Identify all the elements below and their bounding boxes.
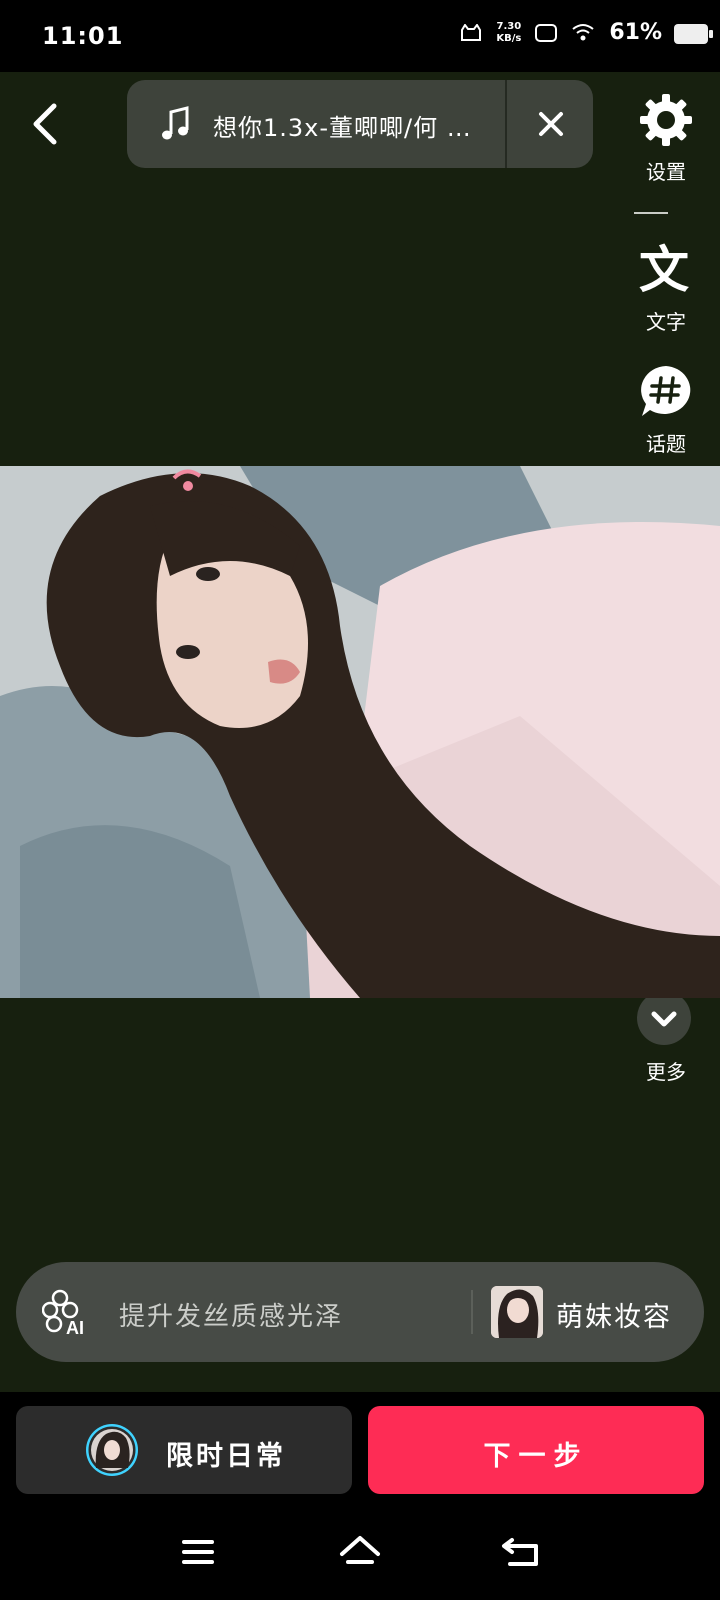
suggestion-divider xyxy=(471,1290,473,1334)
music-title: 想你1.3x-董唧唧/何 … xyxy=(213,114,472,142)
chevron-down-icon xyxy=(637,991,691,1045)
sim-icon xyxy=(535,23,558,42)
wifi-icon xyxy=(572,23,594,40)
text-icon: 文 xyxy=(639,241,689,299)
gear-icon xyxy=(640,94,692,146)
avatar xyxy=(86,1424,138,1476)
next-step-label: 下一步 xyxy=(483,1441,589,1472)
music-divider xyxy=(505,80,507,168)
tool-more[interactable]: 更多 xyxy=(626,990,706,1090)
tool-label-text: 文字 xyxy=(646,310,686,334)
status-bar: 11:01 7.30 KB/s 61% xyxy=(0,0,720,72)
back-nav-icon[interactable] xyxy=(500,1532,544,1572)
tool-label-more: 更多 xyxy=(646,1060,686,1084)
tool-label-topic: 话题 xyxy=(646,432,686,456)
photo-image xyxy=(0,466,720,998)
daily-button[interactable]: 限时日常 xyxy=(16,1406,352,1494)
music-selector[interactable]: 想你1.3x-董唧唧/何 … xyxy=(127,80,593,168)
daily-label: 限时日常 xyxy=(166,1441,286,1472)
makeup-thumbnail[interactable] xyxy=(491,1286,543,1338)
ai-beauty-icon: AI xyxy=(42,1289,84,1336)
back-button[interactable] xyxy=(26,100,66,148)
photo-preview[interactable] xyxy=(0,466,720,998)
menu-icon[interactable] xyxy=(176,1532,220,1572)
close-icon[interactable] xyxy=(531,104,571,144)
home-icon[interactable] xyxy=(338,1532,382,1572)
tool-label-settings: 设置 xyxy=(646,160,686,184)
status-icons: 7.30 KB/s 61% xyxy=(460,20,662,45)
tool-topic[interactable]: 话题 xyxy=(626,364,706,464)
tool-divider xyxy=(634,212,668,214)
music-note-icon xyxy=(162,106,189,140)
suggestion-text[interactable]: 提升发丝质感光泽 xyxy=(119,1296,343,1333)
tool-text[interactable]: 文 文字 xyxy=(626,242,706,342)
suggestion-bar[interactable]: AI 提升发丝质感光泽 萌妹妆容 xyxy=(16,1262,704,1362)
hashtag-icon xyxy=(641,366,691,416)
next-step-button[interactable]: 下一步 xyxy=(368,1406,704,1494)
net-speed: 7.30 KB/s xyxy=(496,21,521,45)
makeup-thumbnail-image xyxy=(491,1286,543,1338)
net-speed-unit: KB/s xyxy=(496,32,522,44)
makeup-label[interactable]: 萌妹妆容 xyxy=(556,1295,672,1334)
bottom-panel: 限时日常 下一步 xyxy=(0,1392,720,1600)
net-speed-value: 7.30 xyxy=(496,20,522,32)
ai-badge: AI xyxy=(66,1318,84,1336)
battery-icon xyxy=(674,24,713,44)
battery-percent: 61% xyxy=(609,20,662,45)
tool-settings[interactable]: 设置 xyxy=(626,92,706,192)
status-time: 11:01 xyxy=(42,22,124,50)
cat-notification-icon xyxy=(461,23,482,41)
